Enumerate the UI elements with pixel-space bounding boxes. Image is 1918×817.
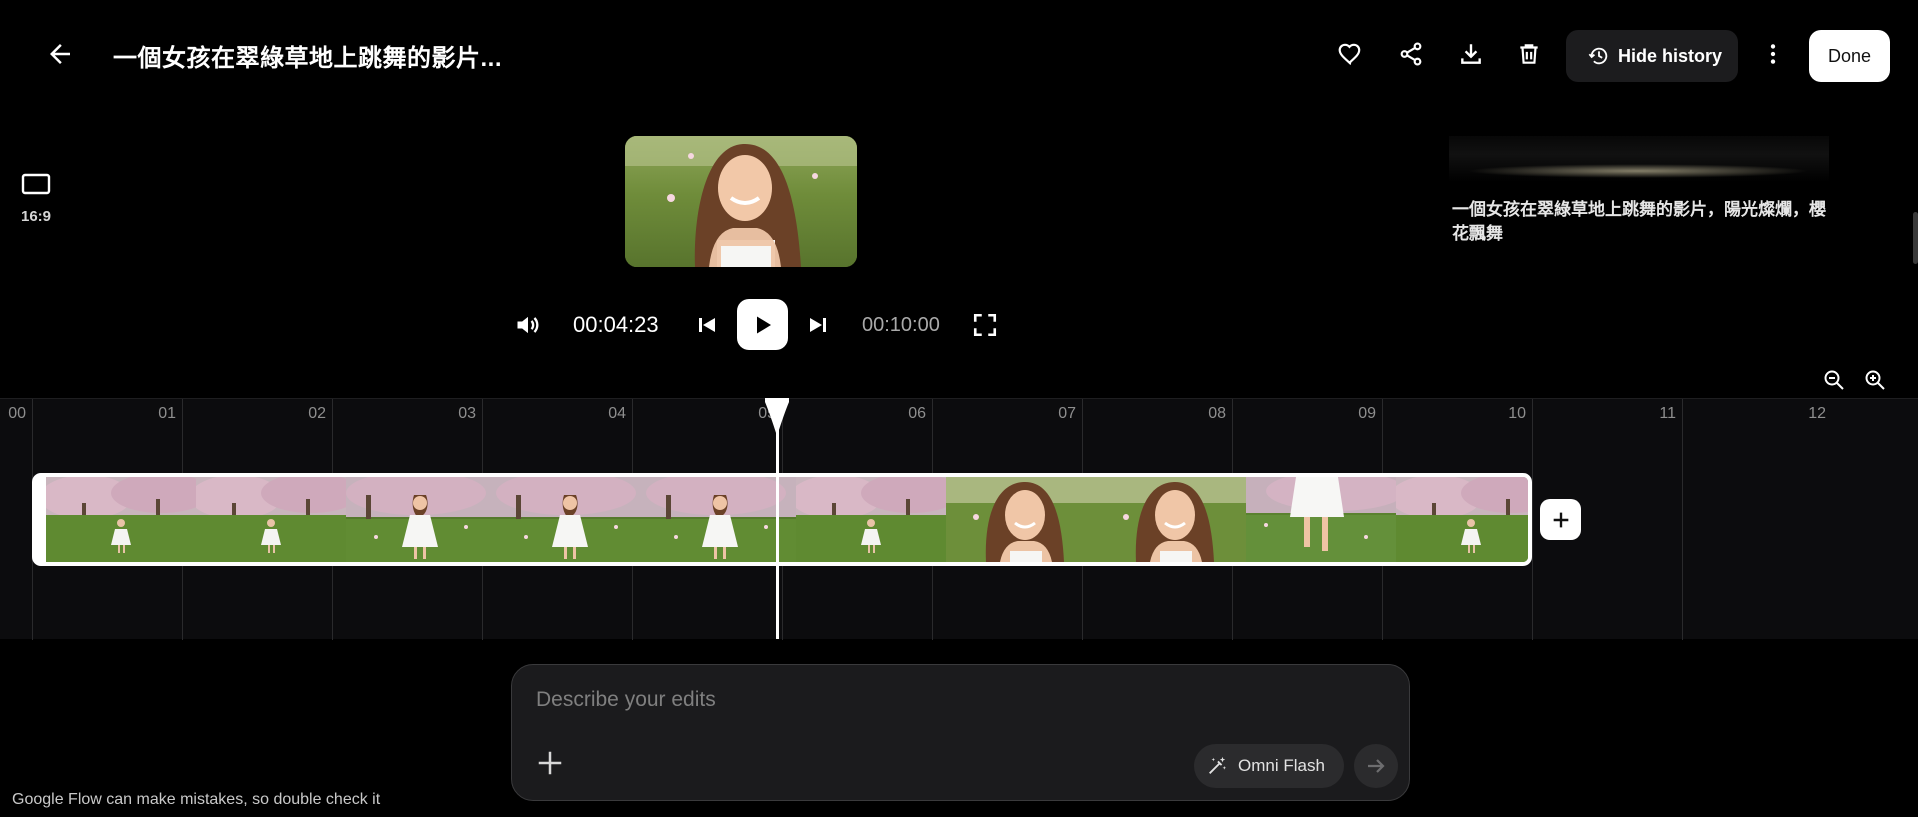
back-button[interactable] <box>40 34 80 74</box>
page-title: 一個女孩在翠綠草地上跳舞的影片... <box>113 45 503 72</box>
hide-history-button[interactable]: Hide history <box>1566 30 1738 82</box>
timeline-tick-label: 12 <box>1808 405 1826 422</box>
timeline-tick-line <box>1532 399 1533 640</box>
frame-image <box>496 477 646 562</box>
preview-image <box>625 136 857 267</box>
timeline-tick-label: 02 <box>308 405 326 422</box>
clip-frame-thumbnail <box>646 477 796 562</box>
share-icon <box>1400 42 1422 66</box>
heart-icon <box>1338 43 1361 66</box>
frame-image <box>196 477 346 562</box>
timeline-tick-label: 07 <box>1058 405 1076 422</box>
play-icon <box>756 316 771 333</box>
clip-frame-thumbnail <box>1396 477 1528 562</box>
timeline-tick-label: 03 <box>458 405 476 422</box>
fullscreen-icon <box>973 313 997 337</box>
delete-button[interactable] <box>1509 34 1549 74</box>
model-label: Omni Flash <box>1238 756 1325 775</box>
clip-frame-thumbnail <box>496 477 646 562</box>
frame-image <box>646 477 796 562</box>
video-preview[interactable] <box>625 136 857 267</box>
playhead-handle[interactable] <box>764 398 790 436</box>
arrow-left-icon <box>50 44 70 64</box>
clip-frame-thumbnail <box>1096 477 1246 562</box>
video-clip[interactable] <box>32 473 1532 566</box>
aspect-ratio-selector[interactable]: 16:9 <box>18 172 54 225</box>
frame-image <box>1096 477 1246 562</box>
timeline-tick-label: 06 <box>908 405 926 422</box>
playhead-marker-icon <box>765 398 789 436</box>
skip-next-icon <box>810 318 826 332</box>
timeline-tick-line <box>1682 399 1683 640</box>
magic-wand-icon <box>1209 756 1227 774</box>
download-icon <box>1461 44 1481 64</box>
frame-image <box>346 477 496 562</box>
frame-image <box>46 477 196 562</box>
model-selector-button[interactable]: Omni Flash <box>1194 744 1344 788</box>
trash-icon <box>1520 44 1538 64</box>
zoom-in-button[interactable] <box>1860 365 1890 395</box>
clip-frame-thumbnail <box>1246 477 1396 562</box>
more-vertical-icon <box>1770 44 1776 64</box>
zoom-out-icon <box>1824 370 1844 390</box>
aspect-ratio-icon <box>21 173 51 195</box>
current-time: 00:04:23 <box>573 312 659 337</box>
share-button[interactable] <box>1391 34 1431 74</box>
download-button[interactable] <box>1451 34 1491 74</box>
clip-frame-thumbnail <box>796 477 946 562</box>
done-button[interactable]: Done <box>1809 30 1890 82</box>
history-item-text[interactable]: 一個女孩在翠綠草地上跳舞的影片，陽光燦爛，櫻花飄舞 <box>1452 198 1842 246</box>
frame-image <box>946 477 1096 562</box>
volume-icon <box>517 316 539 334</box>
skip-next-button[interactable] <box>803 305 833 345</box>
clip-frame-thumbnail <box>46 477 196 562</box>
clip-frame-thumbnail <box>346 477 496 562</box>
timeline-tick-label: 11 <box>1659 405 1676 422</box>
prompt-composer: Omni Flash <box>511 664 1410 801</box>
more-options-button[interactable] <box>1753 34 1793 74</box>
plus-icon <box>538 751 562 775</box>
aspect-ratio-label: 16:9 <box>20 208 52 225</box>
total-time: 00:10:00 <box>862 314 940 336</box>
add-clip-button[interactable] <box>1540 499 1581 540</box>
play-button[interactable] <box>737 299 788 350</box>
volume-button[interactable] <box>510 305 546 345</box>
timeline-tick-label: 04 <box>608 405 626 422</box>
disclaimer-text: Google Flow can make mistakes, so double… <box>12 791 381 808</box>
timeline-tick-label: 08 <box>1208 405 1226 422</box>
skip-previous-button[interactable] <box>692 305 722 345</box>
timeline-tick-label: 09 <box>1358 405 1376 422</box>
history-icon <box>1588 47 1608 65</box>
timeline-tick-label: 00 <box>8 405 26 422</box>
timeline-tick-label: 01 <box>158 405 176 422</box>
plus-icon <box>1553 512 1568 527</box>
add-attachment-button[interactable] <box>534 747 566 779</box>
favorite-button[interactable] <box>1330 34 1370 74</box>
history-scrollbar[interactable] <box>1913 212 1918 264</box>
fullscreen-button[interactable] <box>968 305 1002 345</box>
zoom-out-button[interactable] <box>1819 365 1849 395</box>
frame-image <box>796 477 946 562</box>
frame-image <box>1396 477 1528 562</box>
timeline-tick-label: 10 <box>1508 405 1526 422</box>
clip-frame-thumbnail <box>196 477 346 562</box>
clip-frame-thumbnail <box>946 477 1096 562</box>
history-item-thumbnail[interactable] <box>1449 136 1829 182</box>
arrow-right-icon <box>1368 759 1385 773</box>
clip-frames <box>46 477 1528 562</box>
skip-previous-icon <box>699 318 715 332</box>
describe-edits-input[interactable] <box>536 685 1356 715</box>
send-button[interactable] <box>1354 744 1398 788</box>
hide-history-label: Hide history <box>1618 45 1723 66</box>
zoom-in-icon <box>1865 370 1885 390</box>
frame-image <box>1246 477 1396 562</box>
